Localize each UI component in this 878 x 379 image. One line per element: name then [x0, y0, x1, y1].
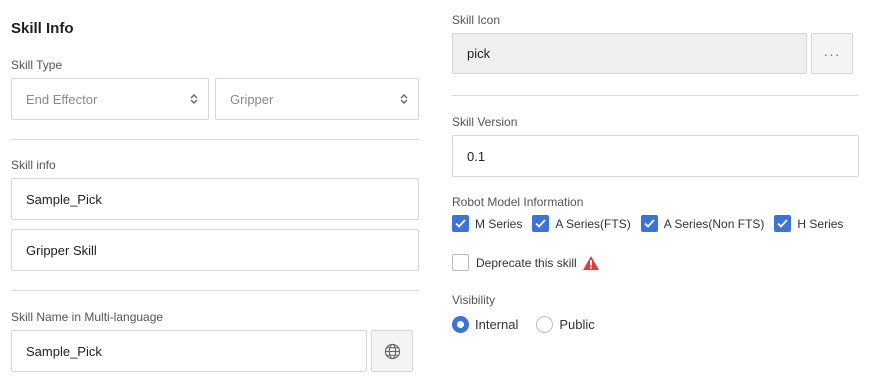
- visibility-options: Internal Public: [452, 316, 595, 333]
- language-button[interactable]: [371, 330, 413, 372]
- checkbox-label: H Series: [797, 216, 844, 231]
- checkbox-m-series[interactable]: M Series: [452, 215, 522, 232]
- multilang-label: Skill Name in Multi-language: [11, 310, 164, 324]
- skill-version-label: Skill Version: [452, 115, 518, 129]
- robot-model-options: M Series A Series(FTS) A Series(Non FTS)…: [452, 215, 843, 232]
- checkbox-checked-icon[interactable]: [640, 215, 658, 232]
- radio-label: Internal: [475, 317, 519, 332]
- checkbox-a-series-non-fts[interactable]: A Series(Non FTS): [640, 215, 765, 232]
- multilang-name-value: Sample_Pick: [26, 343, 102, 359]
- globe-icon: [384, 343, 400, 359]
- skill-subtype-select-value: Gripper: [230, 91, 274, 107]
- deprecate-checkbox[interactable]: Deprecate this skill: [452, 254, 600, 271]
- skill-type-select[interactable]: End Effector: [11, 78, 209, 120]
- radio-internal[interactable]: Internal: [452, 316, 518, 333]
- multilang-name-input[interactable]: Sample_Pick: [11, 330, 367, 372]
- skill-description-value: Gripper Skill: [26, 242, 97, 258]
- radio-selected-icon[interactable]: [452, 316, 469, 333]
- skill-info-heading: Skill Info: [11, 20, 74, 37]
- checkbox-checked-icon[interactable]: [532, 215, 550, 232]
- skill-version-input[interactable]: 0.1: [452, 135, 859, 177]
- skill-name-value: Sample_Pick: [26, 191, 102, 207]
- checkbox-label: M Series: [475, 216, 523, 231]
- skill-subtype-select[interactable]: Gripper: [215, 78, 419, 120]
- skill-name-input[interactable]: Sample_Pick: [11, 178, 419, 220]
- skill-icon-label: Skill Icon: [452, 13, 501, 27]
- visibility-label: Visibility: [452, 293, 496, 307]
- checkbox-checked-icon[interactable]: [774, 215, 792, 232]
- deprecate-label: Deprecate this skill: [476, 255, 577, 270]
- section-divider: [11, 290, 419, 291]
- skill-info-label: Skill info: [11, 158, 56, 172]
- warning-icon: [582, 255, 599, 270]
- skill-type-label: Skill Type: [11, 58, 63, 72]
- skill-icon-value: pick: [467, 46, 491, 61]
- more-dots-icon: ···: [823, 45, 841, 62]
- section-divider: [11, 139, 419, 140]
- robot-model-label: Robot Model Information: [452, 195, 584, 209]
- skill-icon-input[interactable]: pick: [452, 33, 807, 74]
- checkbox-label: A Series(Non FTS): [663, 216, 765, 231]
- checkbox-h-series[interactable]: H Series: [774, 215, 843, 232]
- radio-public[interactable]: Public: [536, 316, 595, 333]
- skill-version-value: 0.1: [467, 148, 486, 164]
- checkbox-unchecked-icon[interactable]: [452, 254, 469, 271]
- skill-description-input[interactable]: Gripper Skill: [11, 229, 419, 271]
- radio-label: Public: [559, 317, 595, 332]
- section-divider: [452, 95, 859, 96]
- select-arrows-icon: [400, 93, 408, 105]
- browse-icon-button[interactable]: ···: [811, 33, 853, 74]
- checkbox-label: A Series(FTS): [555, 216, 631, 231]
- checkbox-a-series-fts[interactable]: A Series(FTS): [532, 215, 631, 232]
- radio-unselected-icon[interactable]: [536, 316, 554, 333]
- select-arrows-icon: [190, 93, 198, 105]
- skill-type-select-value: End Effector: [26, 91, 98, 107]
- checkbox-checked-icon[interactable]: [452, 215, 469, 232]
